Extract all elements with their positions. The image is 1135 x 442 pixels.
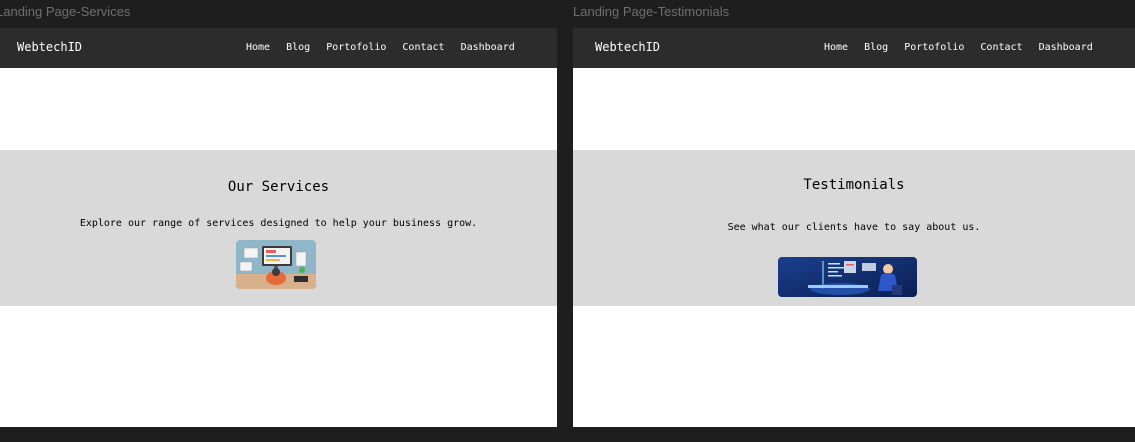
nav-contact[interactable]: Contact bbox=[980, 42, 1022, 53]
nav-blog[interactable]: Blog bbox=[864, 42, 888, 53]
services-section: Our Services Explore our range of servic… bbox=[0, 150, 557, 306]
frame-label-services[interactable]: Landing Page-Services bbox=[0, 4, 130, 19]
nav-portfolio[interactable]: Portofolio bbox=[326, 42, 386, 53]
section-description: Explore our range of services designed t… bbox=[79, 218, 478, 229]
workspace-illustration-icon bbox=[236, 240, 316, 289]
frame-testimonials[interactable]: WebtechID Home Blog Portofolio Contact D… bbox=[573, 28, 1135, 427]
nav-dashboard[interactable]: Dashboard bbox=[1039, 42, 1093, 53]
brand-logo[interactable]: WebtechID bbox=[595, 40, 660, 54]
design-canvas: Landing Page-Services WebtechID Home Blo… bbox=[0, 0, 1135, 442]
brand-logo[interactable]: WebtechID bbox=[17, 40, 82, 54]
section-title: Our Services bbox=[227, 179, 330, 195]
nav-blog[interactable]: Blog bbox=[286, 42, 310, 53]
section-description: See what our clients have to say about u… bbox=[727, 222, 981, 233]
nav-dashboard[interactable]: Dashboard bbox=[461, 42, 515, 53]
frame-label-testimonials[interactable]: Landing Page-Testimonials bbox=[573, 4, 729, 19]
navbar: WebtechID Home Blog Portofolio Contact D… bbox=[573, 28, 1135, 68]
nav-contact[interactable]: Contact bbox=[402, 42, 444, 53]
testimonials-section: Testimonials See what our clients have t… bbox=[573, 150, 1135, 306]
nav-portfolio[interactable]: Portofolio bbox=[904, 42, 964, 53]
navbar: WebtechID Home Blog Portofolio Contact D… bbox=[0, 28, 557, 68]
section-title: Testimonials bbox=[803, 177, 905, 193]
nav-links: Home Blog Portofolio Contact Dashboard bbox=[824, 42, 1093, 53]
nav-links: Home Blog Portofolio Contact Dashboard bbox=[246, 42, 515, 53]
nav-home[interactable]: Home bbox=[246, 42, 270, 53]
frame-services[interactable]: WebtechID Home Blog Portofolio Contact D… bbox=[0, 28, 557, 427]
nav-home[interactable]: Home bbox=[824, 42, 848, 53]
developer-illustration-icon bbox=[778, 257, 917, 297]
